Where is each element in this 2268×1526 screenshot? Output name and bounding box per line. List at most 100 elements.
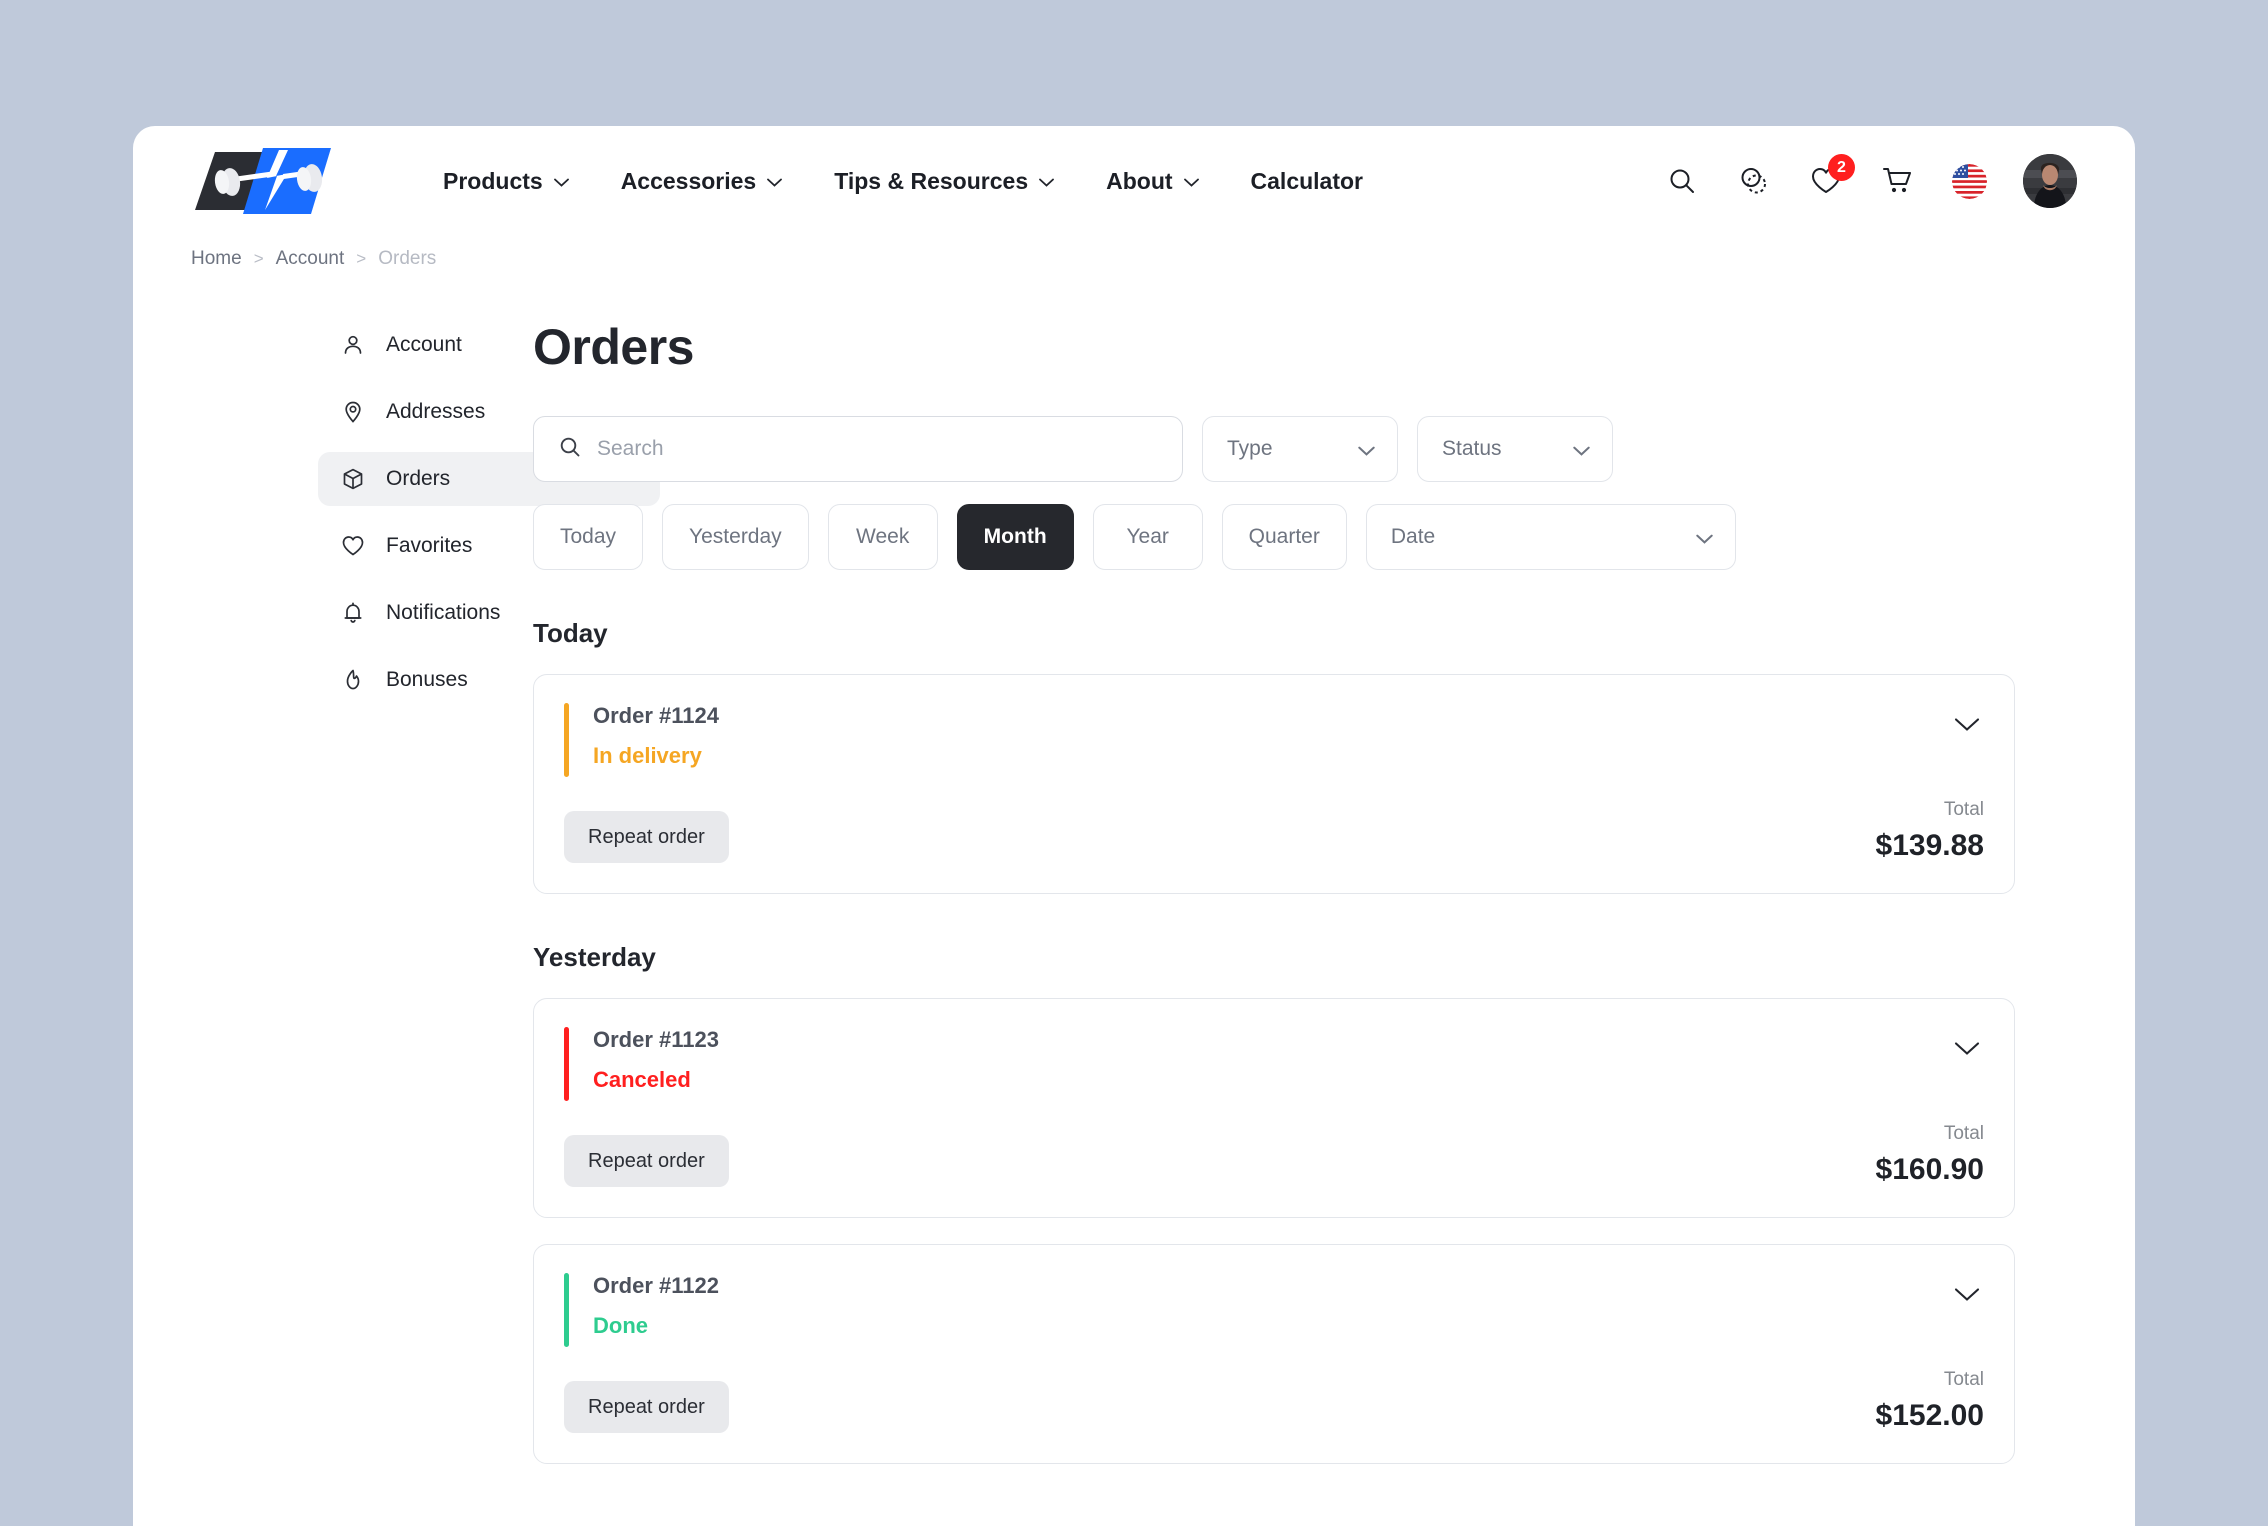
order-number: Order #1124: [593, 703, 719, 728]
nav-item-tips-resources[interactable]: Tips & Resources: [808, 158, 1080, 205]
nav-label: Tips & Resources: [834, 167, 1029, 194]
status-filter-select[interactable]: Status: [1417, 416, 1613, 482]
expand-order-chevron-down-icon[interactable]: [1950, 1031, 1984, 1065]
order-card-bottom: Repeat order Total $139.88: [564, 799, 1984, 863]
nav-item-products[interactable]: Products: [417, 158, 595, 205]
box-icon: [340, 466, 366, 492]
chevron-down-icon: [1573, 446, 1590, 456]
chevron-down-icon: [1358, 446, 1375, 456]
chevron-down-icon: [1183, 178, 1199, 187]
chevron-down-icon: [767, 178, 783, 187]
date-filter-label: Date: [1390, 525, 1436, 548]
nav-label: Calculator: [1250, 167, 1364, 194]
breadcrumb-separator: >: [253, 249, 264, 268]
order-card[interactable]: Order #1122 Done Repeat order Total $152…: [533, 1244, 2015, 1464]
page-card: Products Accessories Tips & Resources Ab…: [133, 126, 2135, 1526]
order-total-value: $160.90: [1875, 1153, 1984, 1186]
repeat-order-button[interactable]: Repeat order: [564, 811, 729, 863]
brand-logo[interactable]: [191, 144, 339, 218]
user-icon: [340, 332, 366, 358]
type-filter-label: Type: [1227, 437, 1273, 460]
nav-item-accessories[interactable]: Accessories: [595, 158, 809, 205]
orders-group-yesterday: Yesterday Order #1123 Canceled Repeat or…: [533, 942, 2015, 1464]
order-status: Done: [593, 1313, 648, 1338]
location-pin-icon: [340, 399, 366, 425]
page-content: Account Addresses Orders Favorites Notif…: [133, 270, 2135, 1490]
nav-label: Products: [443, 167, 543, 194]
order-info: Order #1122 Done: [593, 1273, 1950, 1339]
filter-row-primary: Type Status: [533, 416, 2015, 482]
order-total: Total $139.88: [1876, 799, 1984, 863]
sidebar-item-label: Addresses: [386, 400, 486, 423]
order-status: Canceled: [593, 1067, 691, 1092]
repeat-order-button[interactable]: Repeat order: [564, 1135, 729, 1187]
search-icon[interactable]: [1664, 163, 1700, 199]
order-number: Order #1123: [593, 1027, 719, 1052]
user-avatar[interactable]: [2023, 154, 2077, 208]
order-info: Order #1124 In delivery: [593, 703, 1950, 769]
order-total: Total $152.00: [1876, 1369, 1984, 1433]
type-filter-select[interactable]: Type: [1202, 416, 1398, 482]
page-title: Orders: [533, 319, 694, 375]
order-total-label: Total: [1943, 1369, 1984, 1390]
order-status: In delivery: [593, 743, 702, 768]
sidebar-item-label: Orders: [386, 467, 451, 490]
orders-group-today: Today Order #1124 In delivery Repeat ord…: [533, 618, 2015, 894]
sidebar-item-label: Favorites: [386, 534, 473, 557]
us-flag-icon[interactable]: [1952, 163, 1987, 199]
breadcrumb-item-account[interactable]: Account: [276, 248, 345, 270]
sidebar-item-label: Account: [386, 333, 462, 356]
period-chip-month[interactable]: Month: [956, 504, 1074, 570]
chevron-down-icon: [553, 178, 569, 187]
period-chip-quarter[interactable]: Quarter: [1221, 504, 1347, 570]
order-info: Order #1123 Canceled: [593, 1027, 1950, 1093]
order-total-label: Total: [1943, 1123, 1984, 1144]
order-card[interactable]: Order #1124 In delivery Repeat order Tot…: [533, 674, 2015, 894]
period-chip-year[interactable]: Year: [1092, 504, 1203, 570]
date-filter-select[interactable]: Date: [1365, 504, 1736, 570]
expand-order-chevron-down-icon[interactable]: [1950, 707, 1984, 741]
sidebar-item-label: Bonuses: [386, 668, 468, 691]
nav-item-about[interactable]: About: [1080, 158, 1224, 205]
favorites-heart-icon[interactable]: 2: [1808, 154, 1855, 199]
header-action-icons: 2: [1664, 154, 2077, 208]
nav-label: About: [1106, 167, 1173, 194]
group-title: Today: [533, 618, 608, 648]
order-status-bar: [564, 1027, 569, 1101]
orders-main: Orders Type: [533, 318, 2135, 1490]
order-total-value: $139.88: [1875, 829, 1984, 862]
chevron-down-icon: [1039, 178, 1055, 187]
repeat-order-button[interactable]: Repeat order: [564, 1381, 729, 1433]
expand-order-chevron-down-icon[interactable]: [1950, 1277, 1984, 1311]
status-filter-label: Status: [1442, 437, 1502, 460]
favorites-badge: 2: [1828, 154, 1855, 181]
breadcrumb-item-orders: Orders: [378, 248, 437, 269]
order-card-top: Order #1123 Canceled: [564, 1027, 1984, 1101]
order-card-top: Order #1124 In delivery: [564, 703, 1984, 777]
compare-icon[interactable]: [1736, 163, 1772, 199]
cart-icon[interactable]: [1880, 163, 1916, 199]
order-status-bar: [564, 703, 569, 777]
order-card[interactable]: Order #1123 Canceled Repeat order Total …: [533, 998, 2015, 1218]
search-input[interactable]: [597, 437, 1158, 461]
flame-icon: [340, 667, 366, 693]
group-title: Yesterday: [533, 942, 656, 972]
order-total-value: $152.00: [1875, 1399, 1984, 1432]
sidebar-item-label: Notifications: [386, 601, 501, 624]
heart-icon: [340, 533, 366, 559]
bell-icon: [340, 600, 366, 626]
period-chip-today[interactable]: Today: [533, 504, 644, 570]
period-chip-week[interactable]: Week: [827, 504, 938, 570]
breadcrumb-item-home[interactable]: Home: [191, 248, 242, 270]
orders-search-box[interactable]: [533, 416, 1183, 482]
account-sidebar: Account Addresses Orders Favorites Notif…: [133, 318, 660, 1490]
filter-row-period: Today Yesterday Week Month Year Quarter …: [533, 504, 2015, 570]
breadcrumb: Home > Account > Orders: [133, 236, 2135, 270]
order-total-label: Total: [1943, 799, 1984, 820]
main-navigation: Products Accessories Tips & Resources Ab…: [417, 158, 1389, 205]
period-chip-yesterday[interactable]: Yesterday: [662, 504, 809, 570]
breadcrumb-separator: >: [356, 249, 367, 268]
nav-label: Accessories: [620, 167, 757, 194]
nav-item-calculator[interactable]: Calculator: [1225, 158, 1389, 205]
order-card-top: Order #1122 Done: [564, 1273, 1984, 1347]
